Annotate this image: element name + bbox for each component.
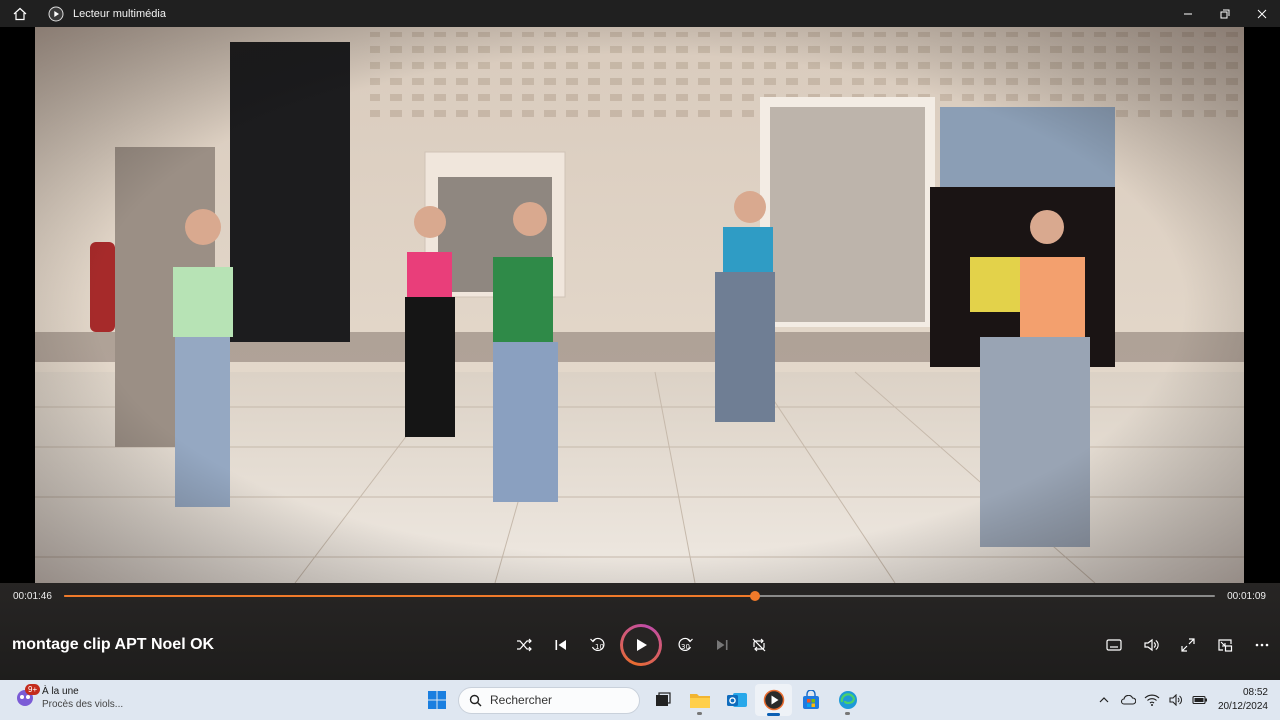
news-subtitle: Procès des viols... [42, 699, 124, 710]
more-options-button[interactable] [1243, 626, 1280, 663]
battery-button[interactable] [1188, 680, 1212, 720]
more-icon [1255, 643, 1268, 646]
play-button[interactable] [620, 624, 662, 666]
onedrive-button[interactable] [1116, 680, 1140, 720]
store-icon [802, 690, 819, 709]
home-button[interactable] [0, 0, 40, 27]
windows-taskbar: 9+ À la une Procès des viols... Recherch… [0, 680, 1280, 720]
cloud-icon [1120, 695, 1136, 705]
outlook-app[interactable] [718, 684, 755, 716]
previous-icon [555, 640, 566, 650]
volume-icon [1143, 638, 1159, 651]
search-placeholder: Rechercher [490, 693, 553, 707]
minimize-icon [1183, 13, 1192, 14]
battery-icon [1192, 695, 1207, 705]
seek-bar-progress [64, 595, 755, 597]
start-button[interactable] [423, 684, 451, 716]
close-button[interactable] [1243, 0, 1280, 27]
playback-controls: 10 30 [505, 623, 777, 667]
microsoft-store-app[interactable] [792, 684, 829, 716]
rewind-10-icon: 10 [589, 637, 604, 651]
volume-tray-button[interactable] [1164, 680, 1188, 720]
minimize-button[interactable] [1169, 0, 1206, 27]
forward-30-button[interactable]: 30 [666, 627, 703, 664]
fullscreen-button[interactable] [1169, 626, 1206, 663]
clock-date: 20/12/2024 [1217, 701, 1268, 712]
dance-studio-video-image [35, 27, 1244, 583]
forward-30-icon: 30 [678, 637, 693, 651]
media-player-icon [763, 689, 784, 711]
media-player-app-icon [48, 6, 64, 21]
mini-player-button[interactable] [1206, 626, 1243, 663]
system-tray: 08:52 20/12/2024 [1092, 680, 1280, 720]
repeat-button[interactable] [740, 627, 777, 664]
forward-seconds-label: 30 [681, 643, 690, 651]
captions-icon [1105, 638, 1122, 651]
speaker-icon [1169, 694, 1182, 706]
folder-icon [689, 694, 710, 708]
play-icon [637, 639, 647, 651]
windows-logo-icon [428, 691, 446, 709]
show-hidden-icons-button[interactable] [1092, 680, 1116, 720]
restore-button[interactable] [1206, 0, 1243, 27]
media-title: montage clip APT Noel OK [12, 636, 215, 653]
chevron-up-icon [1099, 697, 1109, 703]
edge-icon [838, 691, 857, 709]
seek-bar[interactable] [64, 591, 1215, 601]
remaining-time: 00:01:09 [1227, 591, 1266, 602]
repeat-off-icon [752, 638, 765, 652]
secondary-controls [1095, 626, 1280, 663]
news-title: À la une [42, 686, 79, 697]
rewind-seconds-label: 10 [595, 643, 604, 651]
shuffle-icon [516, 638, 532, 652]
restore-icon [1220, 9, 1229, 18]
player-controls: 00:01:46 00:01:09 montage clip APT Noel … [0, 583, 1280, 680]
shuffle-button[interactable] [505, 627, 542, 664]
title-bar: Lecteur multimédia [0, 0, 1280, 27]
seek-bar-handle[interactable] [749, 591, 760, 601]
close-icon [1257, 9, 1266, 18]
mini-player-icon [1217, 638, 1232, 652]
outlook-icon [726, 693, 747, 707]
taskbar-search[interactable]: Rechercher [458, 686, 640, 714]
rewind-10-button[interactable]: 10 [579, 627, 616, 664]
network-button[interactable] [1140, 680, 1164, 720]
window-title: Lecteur multimédia [73, 7, 166, 20]
fullscreen-icon [1180, 637, 1195, 652]
video-frame[interactable] [35, 27, 1244, 583]
news-widget[interactable]: 9+ À la une Procès des viols... [14, 684, 124, 711]
next-button[interactable] [703, 627, 740, 664]
home-icon [13, 7, 27, 20]
task-view-icon [655, 692, 671, 706]
file-explorer-app[interactable] [681, 684, 718, 716]
search-icon [469, 694, 482, 706]
volume-button[interactable] [1132, 626, 1169, 663]
video-area[interactable] [0, 27, 1280, 583]
clock-time: 08:52 [1242, 687, 1268, 698]
system-clock[interactable]: 08:52 20/12/2024 [1218, 686, 1268, 714]
elapsed-time: 00:01:46 [13, 591, 52, 602]
previous-button[interactable] [542, 627, 579, 664]
media-player-taskbar-app[interactable] [755, 684, 792, 716]
news-badge: 9+ [25, 684, 41, 695]
task-view-button[interactable] [644, 684, 681, 716]
captions-button[interactable] [1095, 626, 1132, 663]
edge-browser-app[interactable] [829, 684, 866, 716]
wifi-icon [1144, 694, 1160, 706]
news-widget-icon: 9+ [14, 684, 41, 710]
next-icon [716, 640, 727, 650]
